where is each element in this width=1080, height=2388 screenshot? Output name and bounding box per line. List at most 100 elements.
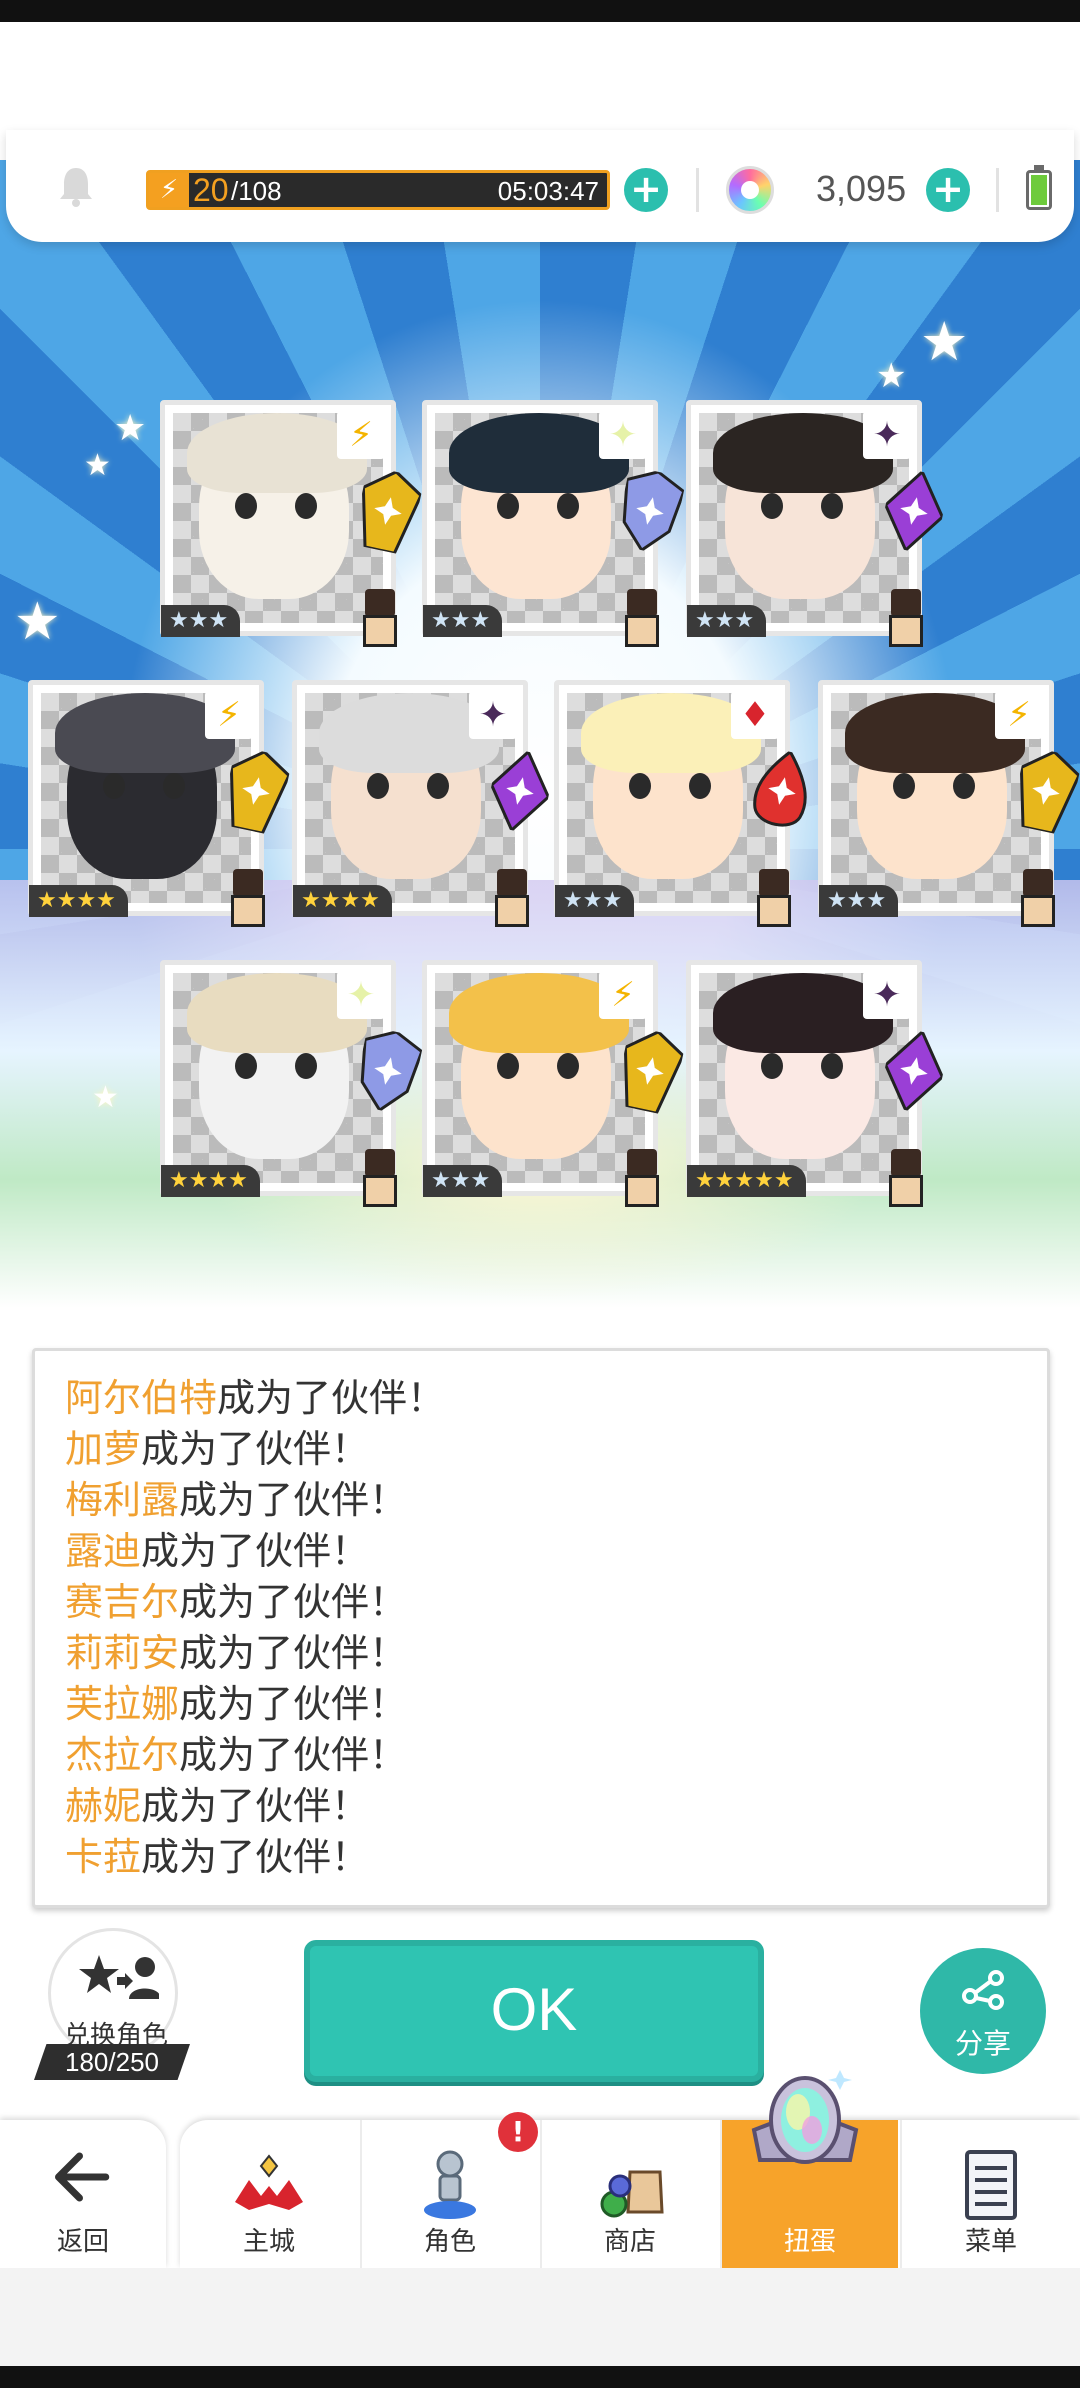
character-card[interactable]: ✦ ★★★ xyxy=(686,400,945,647)
rarity-stars: ★★★★ xyxy=(293,885,392,917)
sparkle-star-icon: ★ xyxy=(876,356,907,396)
dark-element-icon: ✦ xyxy=(863,971,911,1019)
character-card[interactable]: ✦ ★★★ xyxy=(422,400,686,647)
star-to-person-icon xyxy=(79,1955,159,1999)
bell-icon[interactable] xyxy=(56,164,96,208)
recruit-log-line: 芙拉娜成为了伙伴！ xyxy=(65,1679,1017,1730)
character-name: 梅利露 xyxy=(65,1478,180,1522)
character-eye xyxy=(103,773,125,799)
rainbow-gem-icon xyxy=(726,166,774,214)
character-card[interactable]: ⚡ ★★★ xyxy=(422,960,685,1207)
sprite-head xyxy=(627,1149,657,1177)
recruit-log-line: 梅利露成为了伙伴！ xyxy=(65,1475,1017,1526)
resource-bar: ⚡ 20 /108 05:03:47 + 3,095 + xyxy=(6,130,1074,242)
recruit-log-line: 赛吉尔成为了伙伴！ xyxy=(65,1577,1017,1628)
character-eye xyxy=(761,493,783,519)
share-icon xyxy=(962,1970,1004,2010)
sprite-head xyxy=(497,869,527,897)
bottom-strip xyxy=(0,2366,1080,2388)
sprite-body xyxy=(495,895,529,927)
sprite-body xyxy=(625,615,659,647)
nav-back-button[interactable]: 返回 xyxy=(0,2120,166,2268)
sparkle-star-icon: ★ xyxy=(114,408,147,449)
castle-icon xyxy=(235,2154,303,2210)
character-eye xyxy=(629,773,651,799)
sprite-body xyxy=(625,1175,659,1207)
recruit-log-line: 莉莉安成为了伙伴！ xyxy=(65,1628,1017,1679)
character-eye xyxy=(295,1053,317,1079)
recruit-log-panel[interactable]: 阿尔伯特成为了伙伴！ 加萝成为了伙伴！ 梅利露成为了伙伴！ 露迪成为了伙伴！ 赛吉尔成为… xyxy=(32,1348,1050,1908)
character-statue-icon xyxy=(424,2150,476,2219)
sprite-body xyxy=(363,1175,397,1207)
nav-item-menu[interactable]: 菜单 xyxy=(900,2120,1080,2268)
rarity-stars: ★★★ xyxy=(819,885,899,917)
rarity-stars: ★★★ xyxy=(161,605,241,637)
character-eye xyxy=(235,1053,257,1079)
character-eye xyxy=(953,773,975,799)
character-card[interactable]: ⚡ ★★★ xyxy=(160,400,423,647)
character-eye xyxy=(235,493,257,519)
character-name: 赫妮 xyxy=(65,1784,142,1828)
character-card[interactable]: ✦ ★★★★★ xyxy=(686,960,945,1207)
rarity-stars: ★★★ xyxy=(423,605,503,637)
character-name: 莉莉安 xyxy=(65,1631,180,1675)
character-name: 阿尔伯特 xyxy=(65,1376,218,1420)
add-gem-button[interactable]: + xyxy=(926,168,970,212)
add-energy-button[interactable]: + xyxy=(624,168,668,212)
pixel-sprite xyxy=(223,869,273,933)
sprite-body xyxy=(889,615,923,647)
sparkle-star-icon: ★ xyxy=(84,448,111,483)
rarity-stars: ★★★★★ xyxy=(687,1165,806,1197)
sprite-head xyxy=(365,589,395,617)
rarity-stars: ★★★ xyxy=(423,1165,503,1197)
share-button[interactable]: 分享 xyxy=(920,1948,1046,2074)
character-name: 加萝 xyxy=(65,1427,142,1471)
light-element-icon: ✦ xyxy=(337,971,385,1019)
character-card[interactable]: ⚡ ★★★★ xyxy=(28,680,291,927)
character-card[interactable]: ✦ ★★★★ xyxy=(160,960,424,1207)
light-element-icon: ✦ xyxy=(599,411,647,459)
log-text: 成为了伙伴！ xyxy=(179,1580,408,1624)
sprite-body xyxy=(757,895,791,927)
rarity-stars: ★★★★ xyxy=(161,1165,260,1197)
character-name: 露迪 xyxy=(65,1529,142,1573)
sprite-body xyxy=(363,615,397,647)
character-eye xyxy=(427,773,449,799)
character-eye xyxy=(821,1053,843,1079)
character-eye xyxy=(761,1053,783,1079)
divider xyxy=(996,168,999,212)
nav-item-town[interactable]: 主城 xyxy=(180,2120,358,2268)
lightning-element-icon: ⚡ xyxy=(337,411,385,459)
sprite-head xyxy=(891,589,921,617)
character-eye xyxy=(689,773,711,799)
rarity-stars: ★★★ xyxy=(555,885,635,917)
nav-item-shop[interactable]: 商店 xyxy=(540,2120,718,2268)
recruit-log-line: 杰拉尔成为了伙伴！ xyxy=(65,1730,1017,1781)
rarity-stars: ★★★ xyxy=(687,605,767,637)
log-text: 成为了伙伴！ xyxy=(217,1376,446,1420)
character-card[interactable]: ♦ ★★★ xyxy=(554,680,807,927)
ok-button[interactable]: OK xyxy=(304,1940,764,2082)
character-name: 卡菈 xyxy=(65,1835,142,1879)
log-text: 成为了伙伴！ xyxy=(141,1427,370,1471)
energy-max: /108 xyxy=(231,176,282,206)
pixel-sprite xyxy=(617,589,667,653)
character-name: 芙拉娜 xyxy=(65,1682,180,1726)
sprite-body xyxy=(231,895,265,927)
character-card[interactable]: ⚡ ★★★ xyxy=(818,680,1080,927)
gacha-mirror-icon xyxy=(751,2070,859,2164)
pixel-sprite xyxy=(617,1149,667,1213)
log-text: 成为了伙伴！ xyxy=(179,1631,408,1675)
convert-character-button[interactable]: 兑换角色 xyxy=(48,1928,178,2058)
nav-main: 主城 角色 商店 扭蛋 菜单 xyxy=(180,2120,1080,2268)
energy-timer: 05:03:47 xyxy=(497,176,599,206)
sprite-head xyxy=(1023,869,1053,897)
pixel-sprite xyxy=(487,869,537,933)
energy-bar: ⚡ 20 /108 05:03:47 xyxy=(146,170,610,210)
character-card[interactable]: ✦ ★★★★ xyxy=(292,680,551,927)
log-text: 成为了伙伴！ xyxy=(141,1835,370,1879)
character-eye xyxy=(295,493,317,519)
nav-back-label: 返回 xyxy=(56,2227,109,2257)
lightning-element-icon: ⚡ xyxy=(995,691,1043,739)
pixel-sprite xyxy=(881,589,931,653)
